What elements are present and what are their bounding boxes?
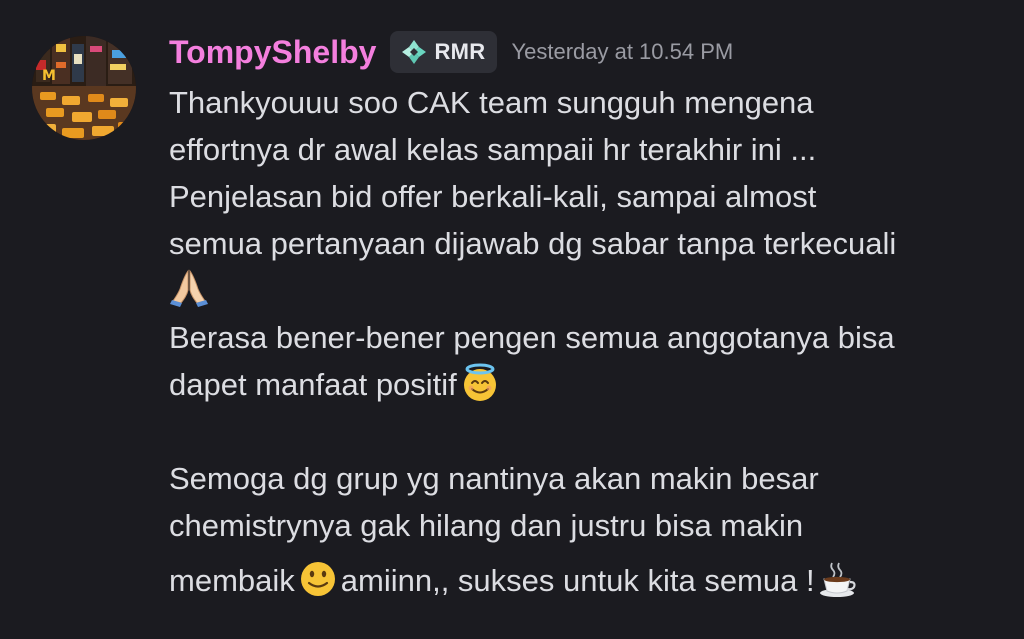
message-text: membaik	[169, 563, 295, 598]
folded-hands-emoji[interactable]	[169, 267, 209, 307]
role-tag-label: RMR	[434, 39, 486, 64]
slightly-smiling-face-emoji[interactable]	[298, 559, 338, 599]
hot-beverage-emoji[interactable]	[818, 559, 858, 599]
diamond-sparkle-icon	[402, 40, 427, 64]
message-text: amiinn,, sukses untuk kita semua !	[340, 563, 815, 598]
user-avatar[interactable]: M	[32, 36, 136, 140]
message-line: Penjelasan bid offer berkali-kali, sampa…	[169, 179, 817, 214]
message-timestamp[interactable]: Yesterday at 10.54 PM	[511, 39, 733, 65]
message-line: chemistrynya gak hilang dan justru bisa …	[169, 508, 804, 543]
city-street-avatar-image: M	[32, 36, 136, 140]
message-line: semua pertanyaan dijawab dg sabar tanpa …	[169, 226, 897, 261]
role-tag[interactable]: RMR	[390, 31, 498, 73]
message-line: membaik amiinn,, sukses untuk kita semua…	[169, 557, 1009, 604]
smiling-face-with-halo-emoji[interactable]	[460, 363, 500, 403]
message-line: Berasa bener-bener pengen semua anggotan…	[169, 320, 895, 355]
message-line: Thankyouuu soo CAK team sungguh mengena	[169, 85, 814, 120]
message-content: Thankyouuu soo CAK team sungguh mengena …	[169, 79, 1009, 604]
chat-message: M TompyShelby RMR Yesterday at 10.54 PM …	[0, 0, 1024, 639]
svg-text:M: M	[42, 68, 56, 84]
message-line: dapet manfaat positif	[169, 361, 1009, 408]
message-header: TompyShelby RMR Yesterday at 10.54 PM	[169, 30, 733, 74]
message-emoji-line	[169, 267, 1009, 314]
username[interactable]: TompyShelby	[169, 34, 376, 71]
message-text: dapet manfaat positif	[169, 367, 457, 402]
message-line: Semoga dg grup yg nantinya akan makin be…	[169, 461, 819, 496]
message-line: effortnya dr awal kelas sampaii hr terak…	[169, 132, 817, 167]
